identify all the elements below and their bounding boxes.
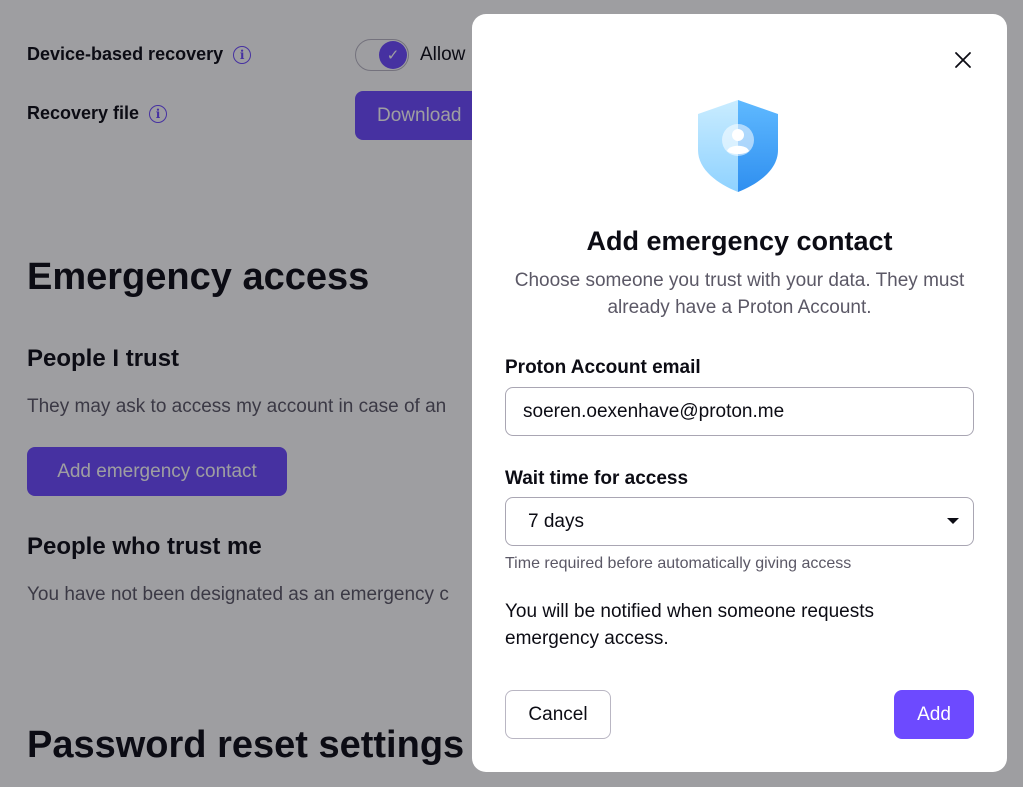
wait-time-select[interactable]: 7 days [505, 497, 974, 546]
wait-time-hint: Time required before automatically givin… [505, 555, 852, 572]
caret-down-icon [947, 518, 959, 524]
cancel-button[interactable]: Cancel [505, 690, 611, 739]
add-emergency-contact-modal: Add emergency contact Choose someone you… [472, 14, 1007, 772]
close-icon[interactable] [949, 46, 977, 74]
email-field-label: Proton Account email [505, 357, 701, 378]
shield-user-icon [698, 100, 778, 192]
wait-time-label: Wait time for access [505, 468, 689, 489]
add-button[interactable]: Add [894, 690, 974, 739]
email-field[interactable]: soeren.oexenhave@proton.me [505, 387, 974, 436]
wait-time-value: 7 days [528, 510, 584, 532]
notification-notice: You will be notified when someone reques… [505, 601, 874, 649]
modal-title: Add emergency contact [586, 226, 893, 256]
modal-description: Choose someone you trust with your data.… [514, 270, 965, 318]
